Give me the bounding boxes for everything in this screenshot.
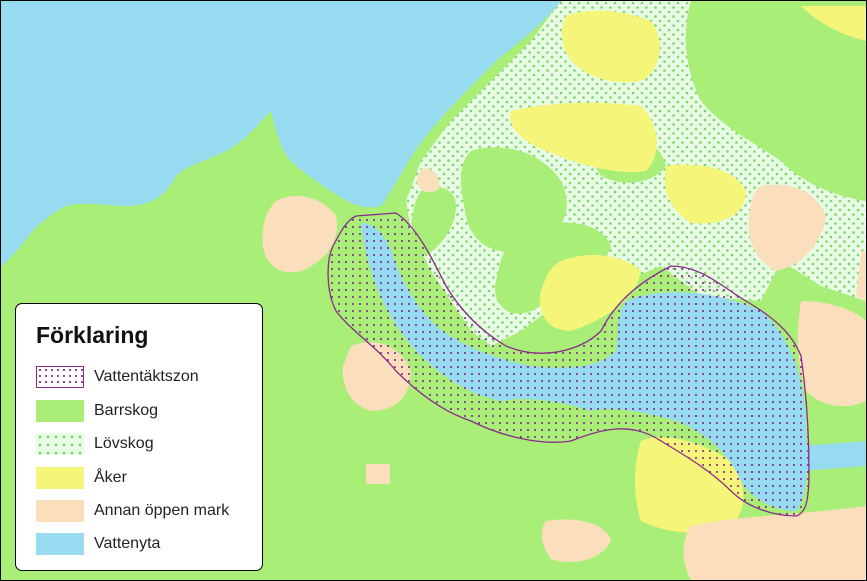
legend-swatch-vattenyta [36,533,84,555]
legend-item-vattentaktszon: Vattentäktszon [36,366,261,390]
legend-item-aker: Åker [36,467,261,491]
annan-oppen-mark-area [366,464,390,484]
annan-oppen-mark-area [797,301,866,407]
legend-item-annan-oppen-mark: Annan öppen mark [36,500,261,524]
legend-swatch-vattentaktszon [36,366,84,388]
legend-swatch-lovskog [36,433,84,455]
legend-label: Åker [94,469,127,486]
legend-title: Förklaring [36,322,149,348]
map-frame: Förklaring Vattentäktszon Barrskog Lövskog… [0,0,867,581]
legend-label: Annan öppen mark [94,502,230,519]
legend-label: Vattenyta [94,535,161,552]
legend-swatch-aker [36,467,84,489]
legend-item-vattenyta: Vattenyta [36,533,261,557]
legend-label: Barrskog [94,402,159,419]
map-legend: Förklaring Vattentäktszon Barrskog Lövskog… [15,303,263,571]
legend-item-barrskog: Barrskog [36,400,261,424]
legend-label: Lövskog [94,435,154,452]
legend-label: Vattentäktszon [94,368,199,385]
legend-item-lovskog: Lövskog [36,433,261,457]
legend-swatch-annan-oppen-mark [36,500,84,522]
vattenyta-area [801,441,866,471]
legend-swatch-barrskog [36,400,84,422]
